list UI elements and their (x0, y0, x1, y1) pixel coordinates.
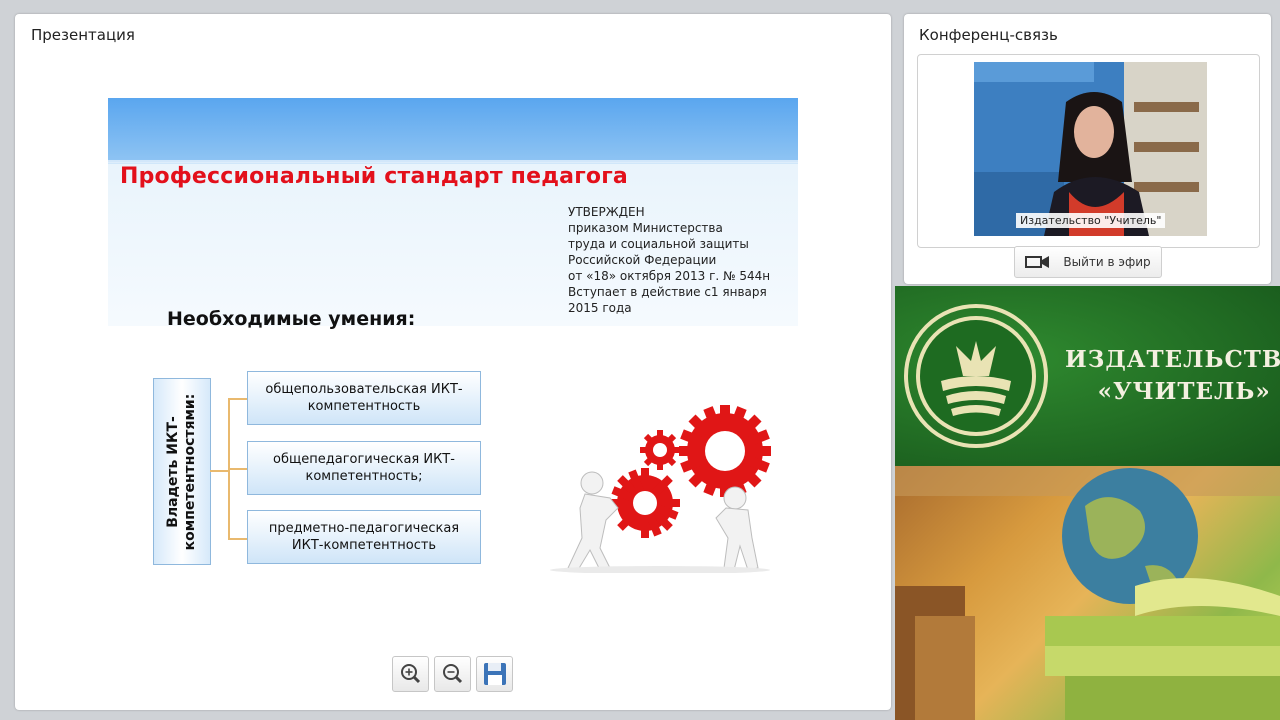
conference-panel: Конференц-связь Издательство "Учитель" В… (904, 14, 1271, 284)
publisher-banner: ИЗДАТЕЛЬСТВО «УЧИТЕЛЬ» (895, 286, 1280, 466)
gear-small (640, 430, 680, 470)
approval-line: 2015 года (568, 301, 632, 315)
publisher-name-line: ИЗДАТЕЛЬСТВО (1065, 346, 1280, 373)
skills-heading: Необходимые умения: (167, 308, 416, 330)
figure-left (567, 471, 619, 571)
video-camera-icon (1025, 256, 1050, 268)
vertical-label-line: компетентностями: (182, 393, 198, 550)
connector-line (228, 398, 247, 400)
publisher-logo-icon (904, 304, 1048, 448)
save-button[interactable] (476, 656, 513, 692)
conference-title: Конференц-связь (919, 26, 1058, 44)
approval-line: труда и социальной защиты (568, 237, 749, 251)
books-globe-image (895, 466, 1280, 720)
video-image (974, 62, 1207, 236)
zoom-out-icon (443, 664, 463, 684)
approval-line: Российской Федерации (568, 253, 717, 267)
connector-line (228, 538, 247, 540)
approval-line: Вступает в действие с1 января (568, 285, 767, 299)
floppy-disk-icon (484, 663, 506, 685)
video-feed[interactable]: Издательство "Учитель" (974, 62, 1207, 236)
skill-text: ИКТ-компетентность (291, 538, 437, 553)
approval-line: приказом Министерства (568, 221, 723, 235)
go-live-button[interactable]: Выйти в эфир (1014, 246, 1162, 278)
skill-box-2: общепедагогическая ИКТ-компетентность; (247, 441, 481, 495)
presentation-panel: Презентация Профессиональный стандарт пе… (15, 14, 891, 710)
gear-medium (610, 468, 680, 538)
vertical-label: Владеть ИКТ- компетентностями: (165, 393, 199, 550)
figure-right (715, 486, 759, 571)
zoom-out-button[interactable] (434, 656, 471, 692)
slide: Профессиональный стандарт педагога УТВЕР… (48, 98, 858, 640)
skill-text: общепользовательская ИКТ- (265, 382, 463, 397)
skill-text: общепедагогическая ИКТ- (273, 452, 455, 467)
video-label: Издательство "Учитель" (1016, 213, 1166, 228)
slide-title: Профессиональный стандарт педагога (120, 164, 628, 189)
publisher-name-line: «УЧИТЕЛЬ» (1097, 378, 1271, 405)
connector-line (228, 468, 247, 470)
connector-line (210, 470, 228, 472)
gears-illustration (550, 405, 771, 573)
zoom-in-button[interactable] (392, 656, 429, 692)
approval-text: УТВЕРЖДЕН приказом Министерства труда и … (568, 204, 770, 316)
video-frame: Издательство "Учитель" (917, 54, 1260, 248)
presentation-title: Презентация (31, 26, 135, 44)
skill-text: компетентность (307, 399, 421, 414)
publisher-name: ИЗДАТЕЛЬСТВО «УЧИТЕЛЬ» (1065, 344, 1280, 408)
approval-line: от «18» октября 2013 г. № 544н (568, 269, 771, 283)
books-globe-illustration (895, 466, 1280, 720)
go-live-label: Выйти в эфир (1063, 255, 1151, 269)
skill-box-3: предметно-педагогическая ИКТ-компетентнос… (247, 510, 481, 564)
approval-line: УТВЕРЖДЕН (568, 205, 645, 219)
skill-text: компетентность; (305, 469, 423, 484)
vertical-label-line: Владеть ИКТ- (165, 415, 181, 528)
gear-large (679, 405, 771, 497)
vertical-label-box: Владеть ИКТ- компетентностями: (153, 378, 211, 565)
zoom-in-icon (401, 664, 421, 684)
skill-box-1: общепользовательская ИКТ-компетентность (247, 371, 481, 425)
skill-text: предметно-педагогическая (268, 521, 460, 536)
